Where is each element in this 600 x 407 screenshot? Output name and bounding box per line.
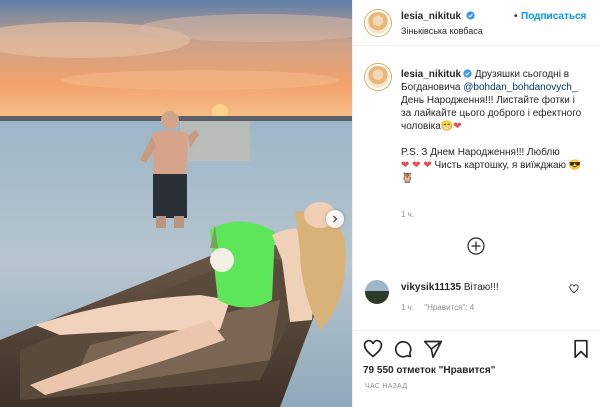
post-side-panel: lesia_nikituk • Подписаться Зіньківська … (352, 0, 600, 407)
caption-text-3: Чисть картошку, я виїжджаю (431, 160, 567, 171)
comment-likes[interactable]: "Нравится": 4 (424, 303, 474, 312)
add-circle-icon[interactable] (467, 237, 485, 255)
caption-ps-text: P.S. З Днем Народження!!! Люблю (401, 147, 560, 158)
commenter-avatar[interactable] (365, 280, 389, 304)
comment-meta: 1 ч. "Нравится": 4 (401, 303, 482, 312)
post-caption: lesia_nikituk Друзяшки сьогодні в Богдан… (401, 68, 587, 185)
posted-time[interactable]: ЧАС НАЗАД (365, 383, 407, 390)
comment-username[interactable]: vikysik11135 (401, 282, 461, 293)
caption-emoji-1: 😁 (440, 121, 454, 132)
likes-count[interactable]: 79 550 отметок "Нравится" (363, 365, 495, 376)
heart-icon[interactable] (363, 339, 383, 359)
comment-text: Вітаю!!! (461, 282, 499, 293)
caption-mention-link[interactable]: @bohdan_bohdanovych_ (463, 82, 577, 93)
separator-dot: • (514, 11, 518, 22)
post-actions: 79 550 отметок "Нравится" ЧАС НАЗАД (353, 330, 600, 407)
author-avatar[interactable] (365, 10, 391, 36)
post-photo[interactable] (0, 0, 352, 407)
author-username-text[interactable]: lesia_nikituk (401, 11, 461, 22)
caption-author-avatar[interactable] (365, 64, 391, 90)
author-username[interactable]: lesia_nikituk (401, 11, 475, 22)
post-location[interactable]: Зіньківська ковбаса (401, 26, 483, 36)
caption-heart-emoji: ❤ (453, 121, 462, 132)
chevron-right-icon (333, 215, 338, 223)
verified-badge-icon (466, 11, 475, 20)
caption-hearts-emoji: ❤ ❤ ❤ (401, 160, 432, 171)
comment-item: vikysik11135 Вітаю!!! (401, 282, 499, 293)
next-photo-button[interactable] (326, 210, 344, 228)
bookmark-icon[interactable] (571, 339, 591, 359)
heart-icon[interactable] (569, 284, 579, 294)
caption-time[interactable]: 1 ч. (401, 210, 414, 219)
verified-badge-icon (463, 69, 472, 78)
comment-icon[interactable] (393, 339, 413, 359)
follow-button[interactable]: Подписаться (521, 11, 586, 22)
photo-scene (0, 0, 352, 407)
share-icon[interactable] (423, 339, 443, 359)
comment-time[interactable]: 1 ч. (401, 303, 414, 312)
post-header: lesia_nikituk • Подписаться Зіньківська … (353, 0, 600, 46)
caption-text-2: День Народження!!! Листайте фотки і за л… (401, 95, 582, 132)
caption-username[interactable]: lesia_nikituk (401, 69, 461, 80)
